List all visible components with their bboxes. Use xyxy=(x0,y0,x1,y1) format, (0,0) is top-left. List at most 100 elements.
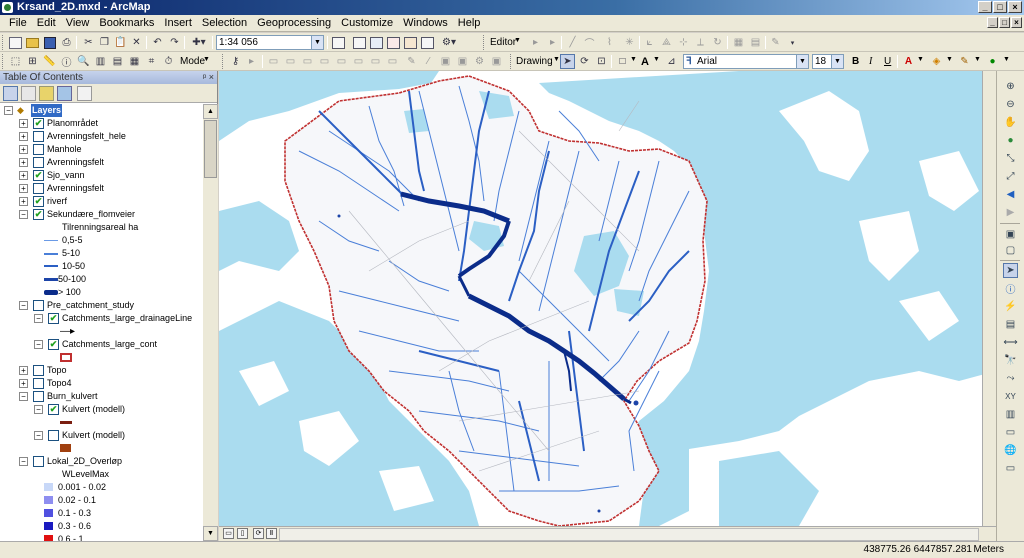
edit-tool-2-icon[interactable]: ▸ xyxy=(244,54,259,69)
legend-symbol-row[interactable] xyxy=(0,416,200,429)
go-to-xy-icon[interactable]: XY xyxy=(1003,389,1018,404)
collapse-icon[interactable]: − xyxy=(19,457,28,466)
attributes-icon[interactable]: ▦ xyxy=(731,35,746,50)
collapse-icon[interactable]: − xyxy=(34,431,43,440)
sketch-pencil-icon[interactable]: ✎ xyxy=(404,54,419,69)
find-icon[interactable]: 🔍 xyxy=(76,54,91,69)
table-of-contents-icon[interactable] xyxy=(352,35,367,50)
drawing-menu[interactable]: Drawing xyxy=(516,56,553,67)
zoom-whole-page-icon[interactable]: ⊡ xyxy=(594,54,609,69)
legend-class-row[interactable]: 5-10 xyxy=(0,247,200,260)
bold-button[interactable]: B xyxy=(852,56,859,67)
settings-gear-icon[interactable]: ⚙ xyxy=(472,54,487,69)
editor-menu[interactable]: Editor xyxy=(490,37,516,48)
buffer-icon[interactable]: ▭ xyxy=(317,54,332,69)
minimize-button[interactable]: _ xyxy=(978,1,992,13)
redo-icon[interactable]: ↷ xyxy=(167,35,182,50)
expand-icon[interactable]: + xyxy=(19,366,28,375)
doc-minimize-button[interactable]: _ xyxy=(987,17,998,28)
map-scale-combo[interactable]: 1:34 056 ▼ xyxy=(216,35,324,50)
mode-menu[interactable]: Mode xyxy=(180,56,205,67)
copy-icon[interactable]: ❐ xyxy=(97,35,112,50)
layer-row[interactable]: − ✔ Kulvert (modell) xyxy=(0,403,200,416)
editor-toolbar-icon[interactable] xyxy=(331,35,346,50)
layer-visibility-checkbox[interactable] xyxy=(33,183,44,194)
menu-customize[interactable]: Customize xyxy=(336,17,398,29)
select-features-icon[interactable]: ▣ xyxy=(1003,227,1018,242)
line-color-icon[interactable]: ✎ xyxy=(957,54,972,69)
menu-file[interactable]: File xyxy=(4,17,32,29)
close-button[interactable]: × xyxy=(1008,1,1022,13)
select-elements-icon[interactable]: ➤ xyxy=(1003,263,1018,278)
new-document-icon[interactable] xyxy=(8,35,23,50)
paste-icon[interactable]: 📋 xyxy=(113,35,128,50)
full-extent-icon[interactable]: ● xyxy=(1003,133,1018,148)
layer-row[interactable]: − Kulvert (modell) xyxy=(0,429,200,442)
expand-icon[interactable]: + xyxy=(19,379,28,388)
layer-row[interactable]: + ✔ Sjo_vann xyxy=(0,169,200,182)
arctoolbox-icon[interactable] xyxy=(403,35,418,50)
maximize-button[interactable]: □ xyxy=(993,1,1007,13)
layer-visibility-checkbox[interactable]: ✔ xyxy=(48,404,59,415)
font-color-icon[interactable]: A xyxy=(901,54,916,69)
undo-icon[interactable]: ↶ xyxy=(150,35,165,50)
fill-color-icon[interactable]: ◈ xyxy=(929,54,944,69)
select-pointer-icon[interactable]: ➤ xyxy=(560,54,575,69)
legend-symbol-row[interactable]: —▸ xyxy=(0,325,200,338)
save-icon[interactable] xyxy=(42,35,57,50)
open-folder-icon[interactable] xyxy=(25,35,40,50)
menu-windows[interactable]: Windows xyxy=(398,17,453,29)
menu-view[interactable]: View xyxy=(61,17,95,29)
list-by-drawing-order-icon[interactable] xyxy=(3,86,18,101)
create-viewer-icon[interactable]: ▭ xyxy=(1003,425,1018,440)
zoom-in-icon[interactable]: ⊕ xyxy=(1003,79,1018,94)
menu-insert[interactable]: Insert xyxy=(159,17,197,29)
collapse-icon[interactable]: − xyxy=(34,314,43,323)
layer-visibility-checkbox[interactable] xyxy=(33,456,44,467)
select-elements-icon[interactable]: ⬚ xyxy=(8,54,23,69)
trace-icon[interactable]: ⌇ xyxy=(602,35,617,50)
menu-bookmarks[interactable]: Bookmarks xyxy=(94,17,159,29)
layer-file-icon[interactable]: ▦ xyxy=(127,54,142,69)
layer-visibility-checkbox[interactable] xyxy=(33,144,44,155)
layer-visibility-checkbox[interactable] xyxy=(33,365,44,376)
list-by-selection-icon[interactable] xyxy=(57,86,72,101)
line-tool-icon[interactable]: ⁄ xyxy=(421,54,436,69)
font-size-combo[interactable]: 18 ▼ xyxy=(812,54,844,69)
toc-options-icon[interactable] xyxy=(77,86,92,101)
menu-selection[interactable]: Selection xyxy=(197,17,252,29)
html-popup-icon[interactable]: ⌗ xyxy=(144,54,159,69)
edit-annotation-icon[interactable]: ▸ xyxy=(545,35,560,50)
pause-drawing-icon[interactable]: Ⅱ xyxy=(266,528,277,539)
layer-row[interactable]: + Manhole xyxy=(0,143,200,156)
layer-visibility-checkbox[interactable]: ✔ xyxy=(33,209,44,220)
warp-icon[interactable]: ▣ xyxy=(455,54,470,69)
go-back-icon[interactable]: ◀ xyxy=(1003,187,1018,202)
cut-polygons-icon[interactable]: ⊹ xyxy=(676,35,691,50)
html-popup-icon[interactable]: ▤ xyxy=(1003,317,1018,332)
measure-icon[interactable]: ⟷ xyxy=(1003,335,1018,350)
list-by-source-icon[interactable] xyxy=(21,86,36,101)
globe-icon[interactable]: 🌐 xyxy=(1003,443,1018,458)
doc-restore-button[interactable]: □ xyxy=(999,17,1010,28)
expand-icon[interactable]: + xyxy=(19,145,28,154)
clear-selection-icon[interactable]: ▢ xyxy=(1003,243,1018,258)
legend-symbol-row[interactable] xyxy=(0,351,200,364)
menu-help[interactable]: Help xyxy=(453,17,486,29)
fixed-zoom-out-icon[interactable]: ⤢ xyxy=(1003,169,1018,184)
copy-feature-icon[interactable]: ▭ xyxy=(283,54,298,69)
rectangle-icon[interactable]: □ xyxy=(615,54,630,69)
italic-button[interactable]: I xyxy=(869,56,872,67)
graph-icon[interactable]: ▥ xyxy=(93,54,108,69)
map-horizontal-scrollbar[interactable] xyxy=(279,528,979,541)
key-icon[interactable]: ⚷ xyxy=(228,54,243,69)
add-data-icon[interactable]: ✚▾ xyxy=(188,35,210,50)
union-icon[interactable]: ▭ xyxy=(334,54,349,69)
straight-segment-icon[interactable]: ╱ xyxy=(565,35,580,50)
merge-icon[interactable]: ▭ xyxy=(300,54,315,69)
group-visibility-checkbox[interactable] xyxy=(33,300,44,311)
go-forward-icon[interactable]: ▶ xyxy=(1003,205,1018,220)
zoom-in-fixed-icon[interactable]: ⊞ xyxy=(25,54,40,69)
legend-class-row[interactable]: 0.02 - 0.1 xyxy=(0,494,200,507)
layer-visibility-checkbox[interactable]: ✔ xyxy=(48,313,59,324)
